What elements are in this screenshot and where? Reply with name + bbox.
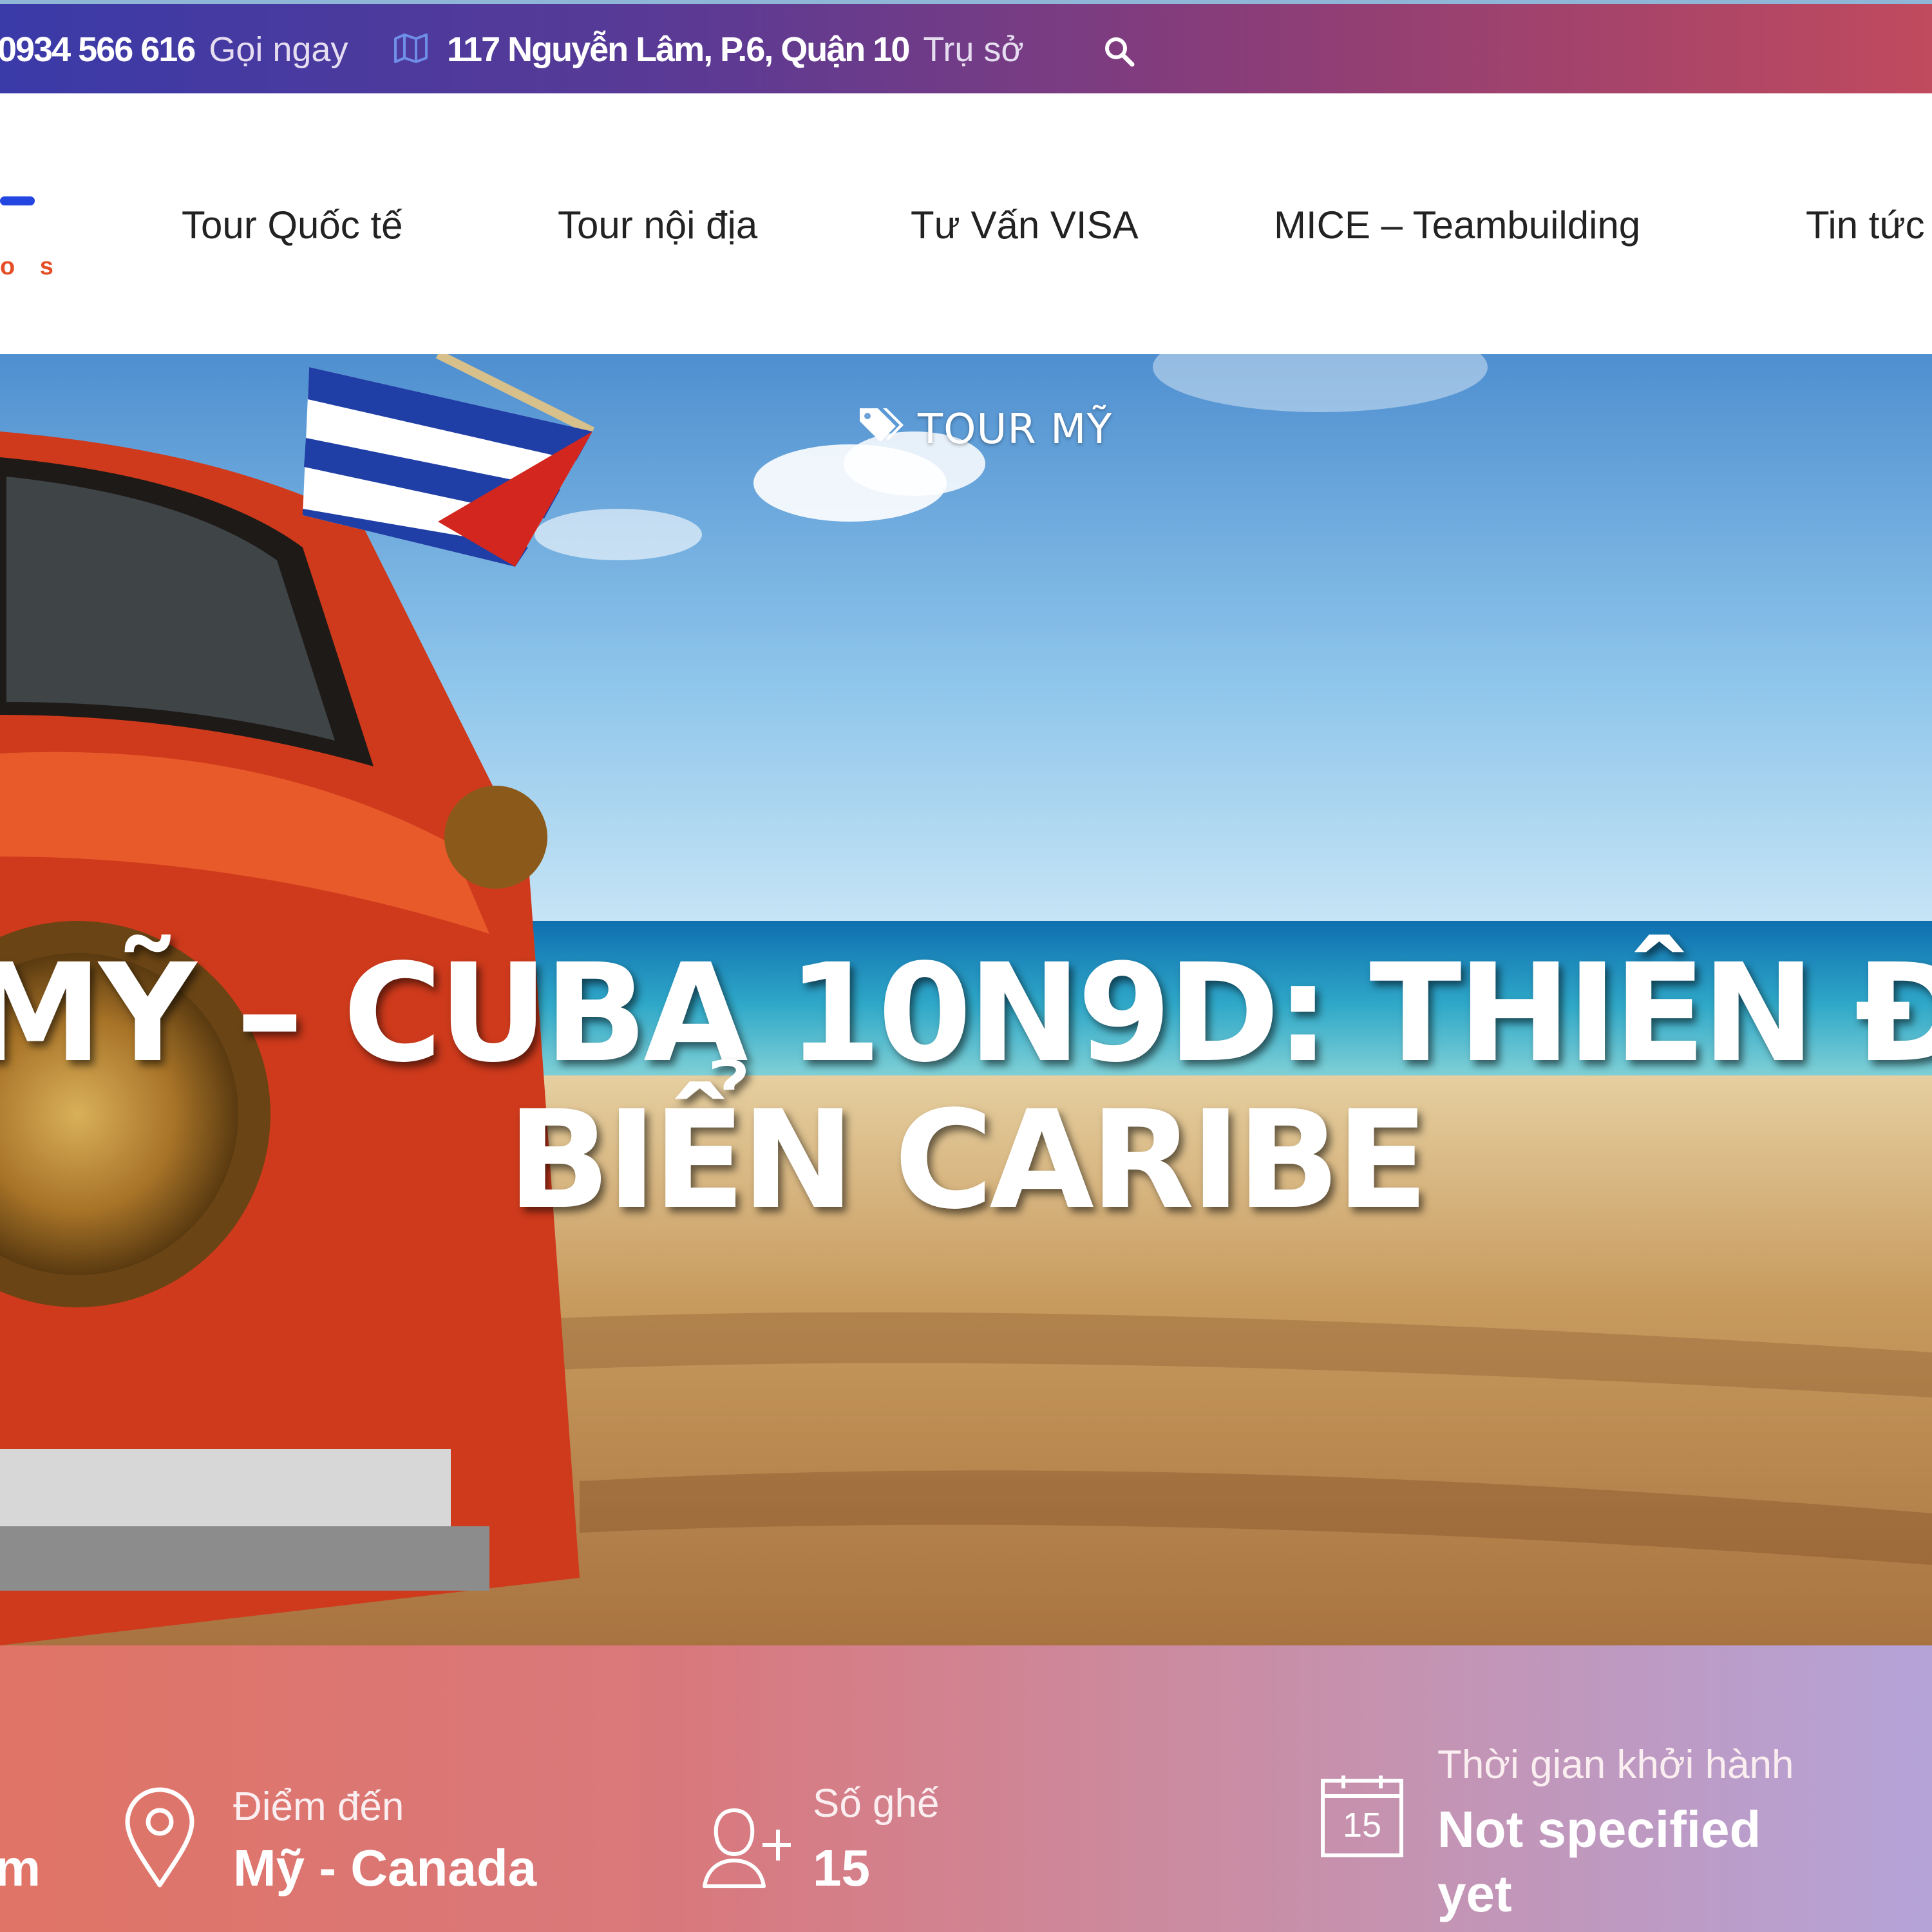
hero-banner: TOUR MỸ MỸ – CUBA 10N9D: THIÊN Đ BIỂN CA…: [0, 354, 1932, 1645]
nav-item-visa-consulting[interactable]: Tư Vấn VISA: [911, 203, 1139, 247]
nav-item-mice-teambuilding[interactable]: MICE – Teambuilding: [1274, 203, 1640, 247]
calendar-icon: 15: [1320, 1774, 1404, 1858]
departure-value-line-2: yet: [1437, 1865, 1512, 1922]
nav-item-domestic-tours[interactable]: Tour nội địa: [558, 203, 757, 247]
logo-text[interactable]: o s: [0, 253, 62, 281]
logo-mark[interactable]: [0, 196, 35, 205]
top-contact-bar: 0934 566 616 Gọi ngay 117 Nguyễn Lâm, P.6…: [0, 0, 1932, 93]
headquarters-label: Trụ sở: [923, 30, 1024, 69]
map-pin-icon: [125, 1787, 194, 1888]
destination-value: Mỹ - Canada: [233, 1839, 537, 1897]
tags-icon: [860, 408, 904, 442]
seats-value: 15: [813, 1839, 870, 1897]
search-icon[interactable]: [1104, 36, 1135, 67]
tour-title-line-1: MỸ – CUBA 10N9D: THIÊN Đ: [0, 934, 1932, 1092]
tour-duration-value: m: [0, 1839, 41, 1897]
call-now-label: Gọi ngay: [209, 30, 348, 69]
office-address[interactable]: 117 Nguyễn Lâm, P.6, Quận 10 Trụ sở: [447, 30, 1024, 70]
departure-value-line-1: Not specified: [1437, 1801, 1761, 1858]
calendar-day: 15: [1342, 1806, 1382, 1844]
phone-contact[interactable]: 0934 566 616 Gọi ngay: [0, 30, 348, 70]
tour-info-band: m Điểm đến Mỹ - Canada Số ghế 15 15 Thời…: [0, 1645, 1932, 1932]
departure-label: Thời gian khởi hành: [1437, 1743, 1794, 1787]
add-user-icon: [703, 1808, 791, 1888]
nav-item-news[interactable]: Tin tức: [1806, 203, 1925, 247]
tour-title: MỸ – CUBA 10N9D: THIÊN Đ BIỂN CARIBE: [0, 940, 1932, 1234]
address-text[interactable]: 117 Nguyễn Lâm, P.6, Quận 10: [447, 30, 910, 69]
nav-item-international-tours[interactable]: Tour Quốc tế: [182, 203, 403, 247]
main-navigation: o s Tour Quốc tế Tour nội địa Tư Vấn VIS…: [0, 93, 1932, 354]
tour-category-label[interactable]: TOUR MỸ: [918, 406, 1112, 453]
seats-label: Số ghế: [813, 1781, 940, 1826]
destination-label: Điểm đến: [233, 1785, 404, 1829]
phone-number[interactable]: 0934 566 616: [0, 30, 196, 69]
tour-title-line-2: BIỂN CARIBE: [507, 1081, 1429, 1239]
map-icon: [394, 33, 428, 63]
